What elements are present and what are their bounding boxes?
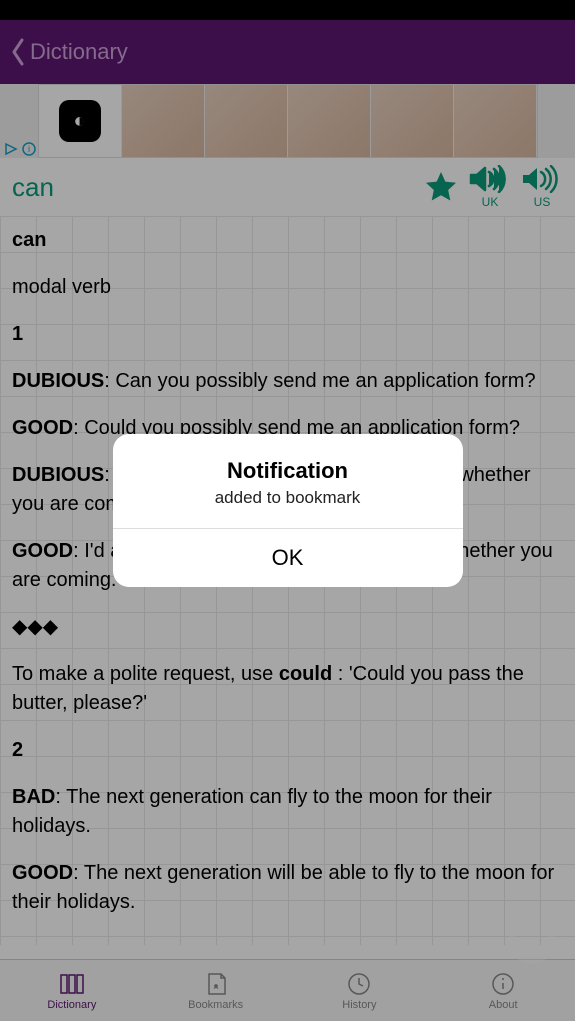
alert-message: added to bookmark <box>129 488 447 508</box>
alert-dialog: Notification added to bookmark OK <box>113 434 463 587</box>
alert-title: Notification <box>129 458 447 484</box>
modal-overlay: Notification added to bookmark OK <box>0 0 575 1021</box>
ok-button[interactable]: OK <box>113 529 463 587</box>
